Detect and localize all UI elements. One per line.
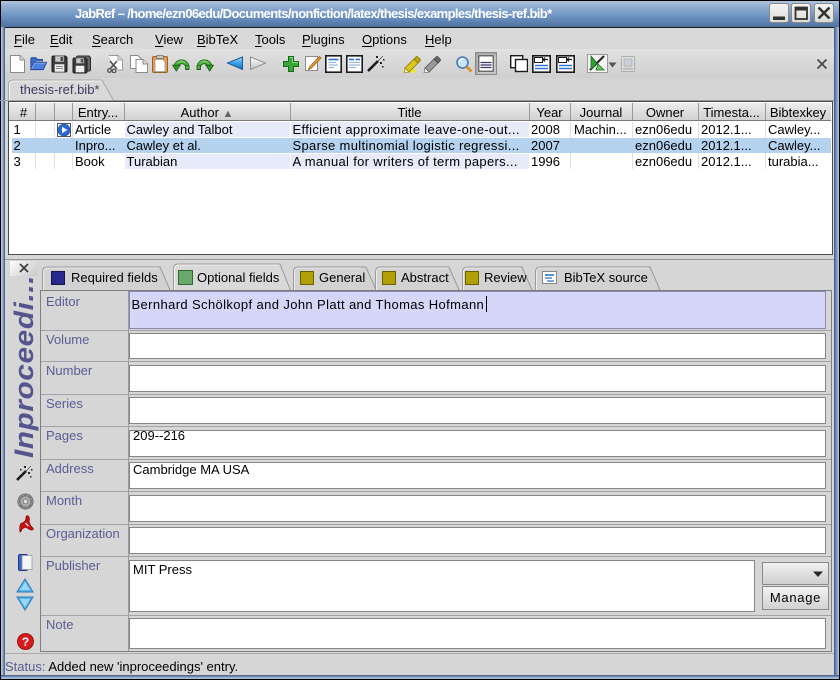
svg-text:?: ? — [22, 635, 29, 649]
